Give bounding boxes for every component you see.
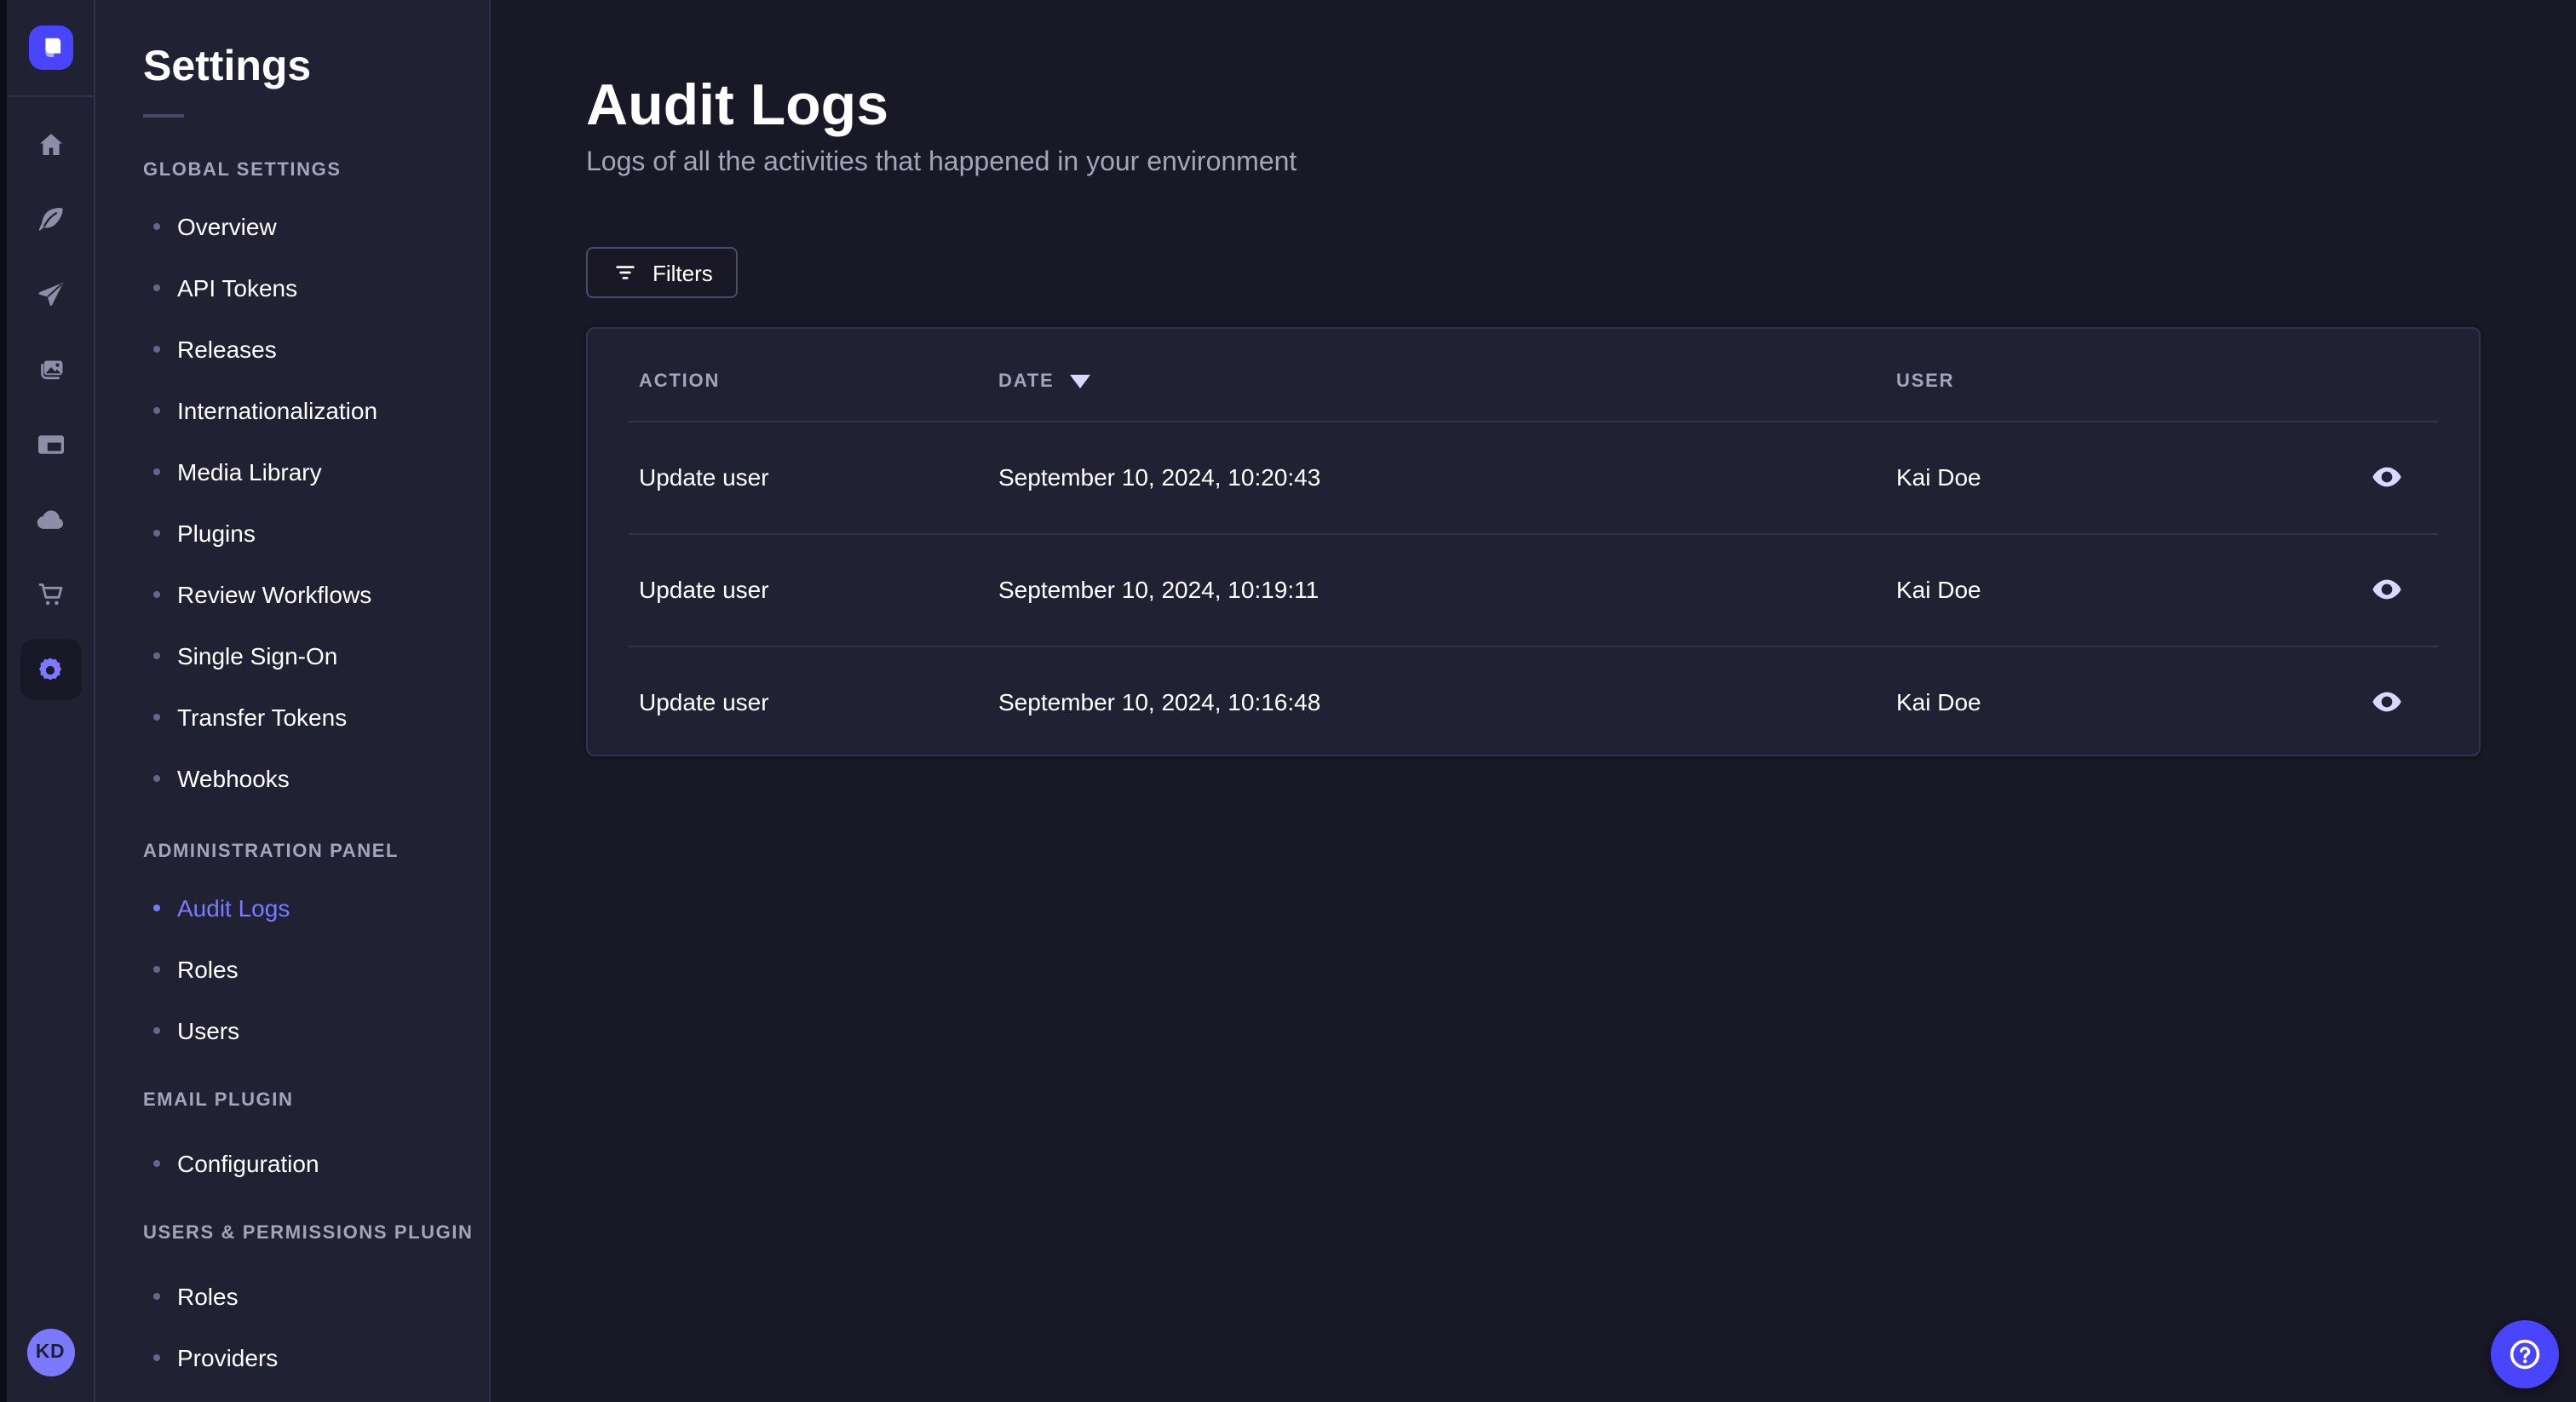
bullet-icon: [153, 346, 160, 353]
section-label-global-settings: GLOBAL SETTINGS: [143, 160, 342, 181]
sidebar-item-admin-users[interactable]: Users: [143, 1000, 489, 1061]
cell-action: Update user: [639, 576, 769, 603]
bullet-icon: [153, 652, 160, 659]
filters-button[interactable]: Filters: [586, 247, 739, 298]
table-row[interactable]: Update user September 10, 2024, 10:16:48…: [588, 646, 2479, 758]
global-settings-list: Overview API Tokens Releases Internation…: [143, 196, 489, 809]
cell-user: Kai Doe: [1896, 688, 1981, 715]
cell-user: Kai Doe: [1896, 463, 1981, 491]
page-subtitle: Logs of all the activities that happened…: [586, 148, 1297, 177]
help-button[interactable]: [2491, 1320, 2559, 1388]
bullet-icon: [153, 530, 160, 537]
sidebar-item-releases[interactable]: Releases: [143, 319, 489, 380]
email-plugin-list: Configuration: [143, 1133, 489, 1194]
cell-date: September 10, 2024, 10:16:48: [998, 688, 1321, 715]
bullet-icon: [153, 1027, 160, 1034]
sort-descending-icon: [1069, 374, 1090, 388]
home-icon[interactable]: [20, 114, 81, 175]
bullet-icon: [153, 1354, 160, 1361]
window-edge-strip: [0, 0, 7, 1402]
sidebar-item-plugins[interactable]: Plugins: [143, 503, 489, 564]
bullet-icon: [153, 407, 160, 414]
column-header-user: USER: [1896, 371, 1955, 392]
rail-icon-nav: [7, 114, 94, 700]
bullet-icon: [153, 284, 160, 291]
audit-logs-table: ACTION DATE USER Update user September 1…: [586, 327, 2481, 756]
sidebar-item-api-tokens[interactable]: API Tokens: [143, 257, 489, 319]
layout-icon[interactable]: [20, 414, 81, 475]
section-label-email-plugin: EMAIL PLUGIN: [143, 1090, 294, 1111]
bullet-icon: [153, 1160, 160, 1167]
icon-rail: KD: [7, 0, 95, 1402]
title-divider: [143, 114, 184, 118]
sidebar-item-up-roles[interactable]: Roles: [143, 1266, 489, 1327]
sidebar-item-up-providers[interactable]: Providers: [143, 1327, 489, 1388]
media-library-icon[interactable]: [20, 339, 81, 400]
sidebar-item-audit-logs[interactable]: Audit Logs: [143, 877, 489, 939]
table-row[interactable]: Update user September 10, 2024, 10:19:11…: [588, 533, 2479, 646]
cell-date: September 10, 2024, 10:19:11: [998, 576, 1320, 603]
users-permissions-list: Roles Providers: [143, 1266, 489, 1388]
cell-user: Kai Doe: [1896, 576, 1981, 603]
section-label-administration-panel: ADMINISTRATION PANEL: [143, 842, 400, 862]
sidebar-item-admin-roles[interactable]: Roles: [143, 939, 489, 1000]
feather-icon[interactable]: [20, 189, 81, 250]
strapi-logo-icon[interactable]: [28, 26, 72, 70]
column-header-action: ACTION: [639, 371, 721, 392]
cell-action: Update user: [639, 688, 769, 715]
sidebar-item-review-workflows[interactable]: Review Workflows: [143, 564, 489, 625]
paper-plane-icon[interactable]: [20, 264, 81, 325]
question-mark-icon: [2506, 1336, 2544, 1373]
view-details-eye-icon[interactable]: [2363, 566, 2411, 613]
filter-icon: [612, 259, 639, 286]
bullet-icon: [153, 714, 160, 721]
sidebar-item-webhooks[interactable]: Webhooks: [143, 748, 489, 809]
table-row[interactable]: Update user September 10, 2024, 10:20:43…: [588, 421, 2479, 533]
bullet-icon: [153, 591, 160, 598]
marketplace-cart-icon[interactable]: [20, 564, 81, 625]
bullet-icon: [153, 775, 160, 782]
user-avatar[interactable]: KD: [26, 1329, 74, 1376]
sidebar-item-media-library[interactable]: Media Library: [143, 441, 489, 503]
sidebar-item-single-sign-on[interactable]: Single Sign-On: [143, 625, 489, 687]
logo-section: [7, 0, 94, 97]
cell-action: Update user: [639, 463, 769, 491]
main-content: Audit Logs Logs of all the activities th…: [491, 0, 2576, 1402]
cell-date: September 10, 2024, 10:20:43: [998, 463, 1321, 491]
app-window: KD Settings GLOBAL SETTINGS Overview API…: [0, 0, 2576, 1402]
settings-gear-icon[interactable]: [20, 639, 81, 700]
bullet-icon: [153, 468, 160, 475]
bullet-icon: [153, 905, 160, 911]
filters-button-label: Filters: [653, 260, 713, 285]
subnav-title: Settings: [143, 43, 312, 90]
view-details-eye-icon[interactable]: [2363, 453, 2411, 501]
bullet-icon: [153, 1293, 160, 1300]
section-label-users-permissions-plugin: USERS & PERMISSIONS PLUGIN: [143, 1223, 474, 1244]
bullet-icon: [153, 223, 160, 230]
administration-panel-list: Audit Logs Roles Users: [143, 877, 489, 1061]
sidebar-item-email-configuration[interactable]: Configuration: [143, 1133, 489, 1194]
sidebar-item-overview[interactable]: Overview: [143, 196, 489, 257]
sidebar-item-transfer-tokens[interactable]: Transfer Tokens: [143, 687, 489, 748]
column-header-date[interactable]: DATE: [998, 371, 1090, 392]
bullet-icon: [153, 966, 160, 973]
settings-subnav: Settings GLOBAL SETTINGS Overview API To…: [95, 0, 491, 1402]
cloud-icon[interactable]: [20, 489, 81, 550]
table-header-row: ACTION DATE USER: [588, 329, 2479, 421]
view-details-eye-icon[interactable]: [2363, 678, 2411, 726]
page-title: Audit Logs: [586, 73, 889, 138]
sidebar-item-internationalization[interactable]: Internationalization: [143, 380, 489, 441]
